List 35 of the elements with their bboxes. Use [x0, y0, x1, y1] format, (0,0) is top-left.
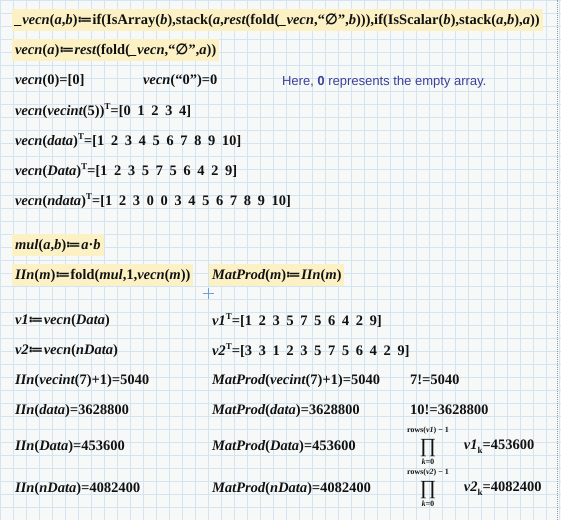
upper-limit: rows(v2) − 1 [407, 468, 449, 476]
math-expression: vecn(0)=[0] [14, 70, 86, 90]
math-expression: vecn(“0”)=0 [142, 70, 218, 90]
math-expression: MatProd(vecint(7)+1)=5040 [210, 370, 381, 390]
definition-expression: vecn(a)≔rest(fold(_vecn,“∅”,a)) [12, 39, 220, 61]
math-expression: vecn(data)$^{T}$=[1 2 3 4 5 6 7 8 9 10] [14, 130, 242, 150]
math-expression: IIn(nData)=4082400 [14, 478, 142, 498]
lower-limit: k=0 [422, 500, 434, 508]
text-note: Here, 0 represents the empty array. [282, 72, 486, 88]
definition-expression: MatProd(m)≔IIn(m) [209, 264, 344, 286]
math-expression: MatProd(nData)=4082400 [210, 478, 372, 498]
math-expression: v2$_{k}$=4082400 [462, 478, 542, 499]
math-expression: IIn(vecint(7)+1)=5040 [14, 370, 150, 390]
math-expression: MatProd(data)=3628800 [210, 400, 361, 420]
math-expression: v1≔vecn(Data) [14, 311, 111, 330]
math-expression: v2≔vecn(nData) [14, 341, 119, 360]
math-expression: IIn(data)=3628800 [14, 400, 130, 420]
upper-limit: rows(v1) − 1 [407, 426, 449, 434]
math-expression: v1$^{T}$=[1 2 3 5 7 5 6 4 2 9] [211, 310, 383, 330]
definition-expression: IIn(m)≔fold(mul,1,vecn(m)) [12, 264, 194, 286]
math-expression: MatProd(Data)=453600 [210, 436, 357, 456]
product-symbol: ∏ [420, 477, 436, 499]
math-expression: vecn(vecint(5))$^{T}$=[0 1 2 3 4] [14, 100, 192, 120]
math-expression: vecn(Data)$^{T}$=[1 2 3 5 7 5 6 4 2 9] [14, 160, 238, 180]
lower-limit: k=0 [422, 458, 434, 466]
math-expression: vecn(ndata)$^{T}$=[1 2 3 0 0 3 4 5 6 7 8 9 10] [14, 190, 292, 210]
crosshair-cursor-icon [203, 288, 214, 299]
math-expression: v2$^{T}$=[3 3 1 2 3 5 7 5 6 4 2 9] [211, 340, 410, 360]
definition-expression: mul(a,b)≔a·b [12, 234, 104, 256]
math-expression: IIn(Data)=453600 [14, 436, 126, 456]
math-expression: v1$_{k}$=453600 [462, 436, 536, 457]
math-expression: 7!=5040 [409, 370, 460, 390]
definition-expression: _vecn(a,b)≔if(IsArray(b),stack(a,rest(fold(_vecn,“∅”,b))),if(IsScalar(b),stack(a,b),a)) [12, 9, 543, 31]
product-symbol: ∏ [420, 435, 436, 457]
math-expression: 10!=3628800 [409, 400, 490, 420]
